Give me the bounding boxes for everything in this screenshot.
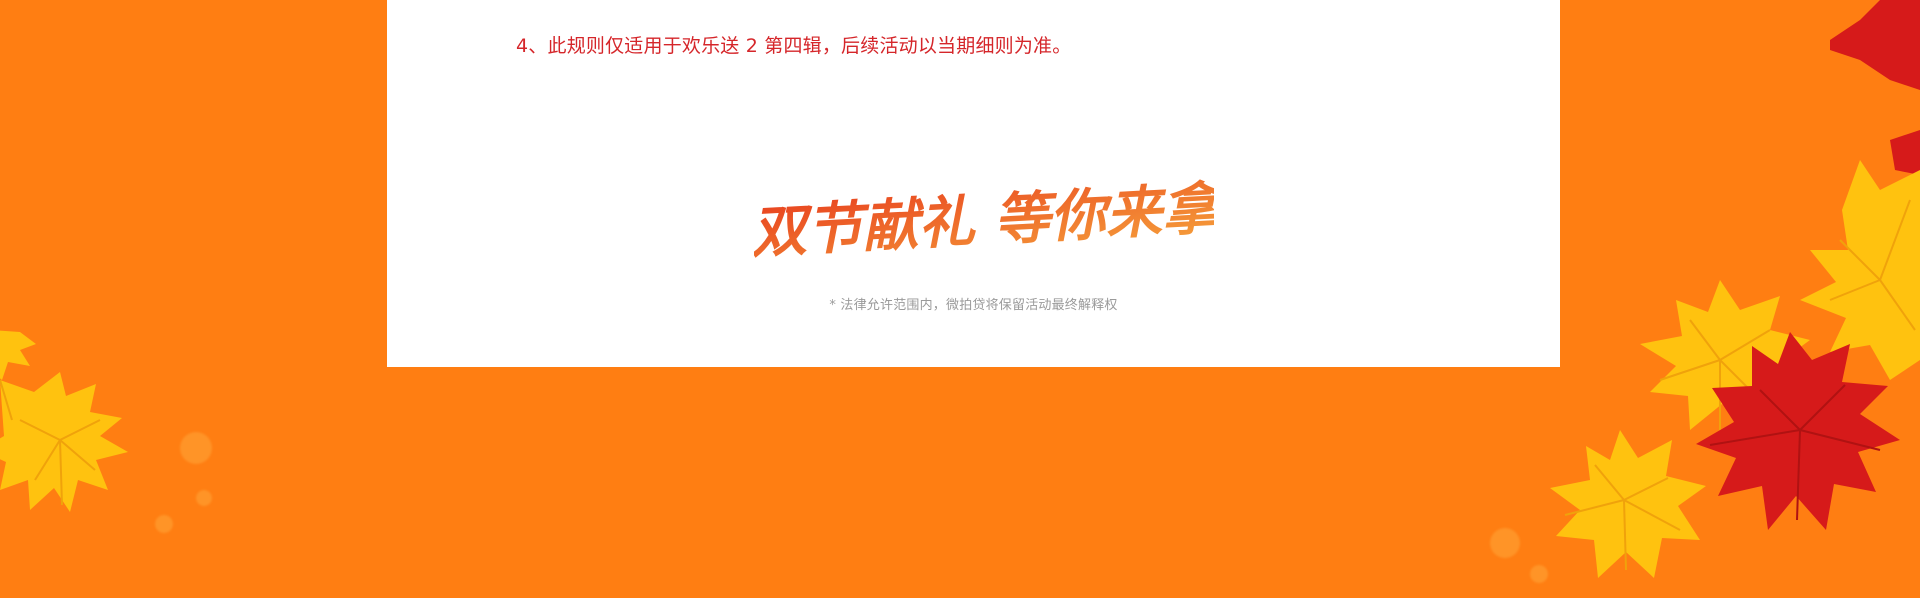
legal-disclaimer: * 法律允许范围内，微拍贷将保留活动最终解释权 <box>829 298 1118 313</box>
rule-item-4: 4、此规则仅适用于欢乐送 2 第四辑，后续活动以当期细则为准。 <box>516 35 1072 57</box>
maple-leaf-icon <box>1640 280 1810 430</box>
maple-leaf-icon <box>1830 0 1920 175</box>
slogan-artwork: 双节献礼 等你来拿 <box>749 150 1229 285</box>
rules-panel: 4、此规则仅适用于欢乐送 2 第四辑，后续活动以当期细则为准。 双节献礼 等你来… <box>387 0 1560 367</box>
page-background: 4、此规则仅适用于欢乐送 2 第四辑，后续活动以当期细则为准。 双节献礼 等你来… <box>0 0 1920 598</box>
bokeh-dot <box>180 432 212 464</box>
slogan-text: 双节献礼 等你来拿 <box>754 175 1214 266</box>
maple-leaf-icon <box>1550 430 1706 578</box>
maple-leaf-icon <box>1800 160 1920 380</box>
slogan-calligraphy-icon: 双节献礼 等你来拿 <box>749 175 1229 266</box>
bokeh-dot <box>1530 565 1548 583</box>
maple-leaf-icon <box>1696 332 1900 530</box>
bokeh-dot <box>196 490 212 506</box>
maple-leaf-icon <box>0 330 128 512</box>
bokeh-dot <box>1490 528 1520 558</box>
bokeh-dot <box>155 515 173 533</box>
